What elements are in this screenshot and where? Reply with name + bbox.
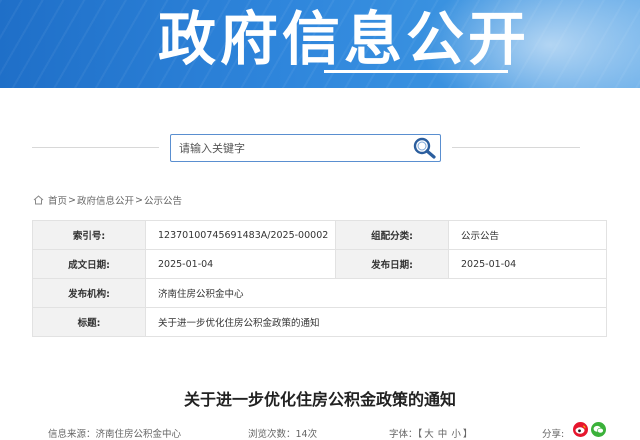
article-views: 浏览次数：14次 [248,429,318,440]
search-box [170,134,441,162]
search-divider-right [452,147,580,148]
article-title: 关于进一步优化住房公积金政策的通知 [183,390,456,409]
agency-label: 发布机构: [32,278,146,308]
share-label: 分享: [542,429,565,440]
page-banner: 政府信息公开 [0,0,640,88]
subject-value: 关于进一步优化住房公积金政策的通知 [145,307,607,337]
published-date-value: 2025-01-04 [448,249,607,279]
breadcrumb-announcements[interactable]: 公示公告 [144,193,182,207]
font-size-control: 字体：【大中小】 [389,426,472,440]
published-date-label: 发布日期: [335,249,449,279]
table-row: 发布机构: 济南住房公积金中心 [32,278,607,308]
font-size-label: 字体： [389,429,418,440]
search-input[interactable] [179,139,399,157]
category-value: 公示公告 [448,220,607,250]
breadcrumb-gov-info[interactable]: 政府信息公开 [77,193,134,207]
search-divider-left [32,147,159,148]
wechat-icon[interactable] [591,422,606,437]
banner-underline [324,70,508,73]
breadcrumb-separator: > [68,194,76,206]
agency-value: 济南住房公积金中心 [145,278,607,308]
font-medium-button[interactable]: 中 [438,429,448,440]
weibo-icon[interactable] [573,422,588,437]
home-icon [33,195,44,205]
font-small-button[interactable]: 小 [451,429,461,440]
index-value: 12370100745691483A/2025-00002 [145,220,336,250]
created-date-label: 成文日期: [32,249,146,279]
banner-title: 政府信息公开 [158,5,531,73]
search-icon[interactable] [411,136,439,160]
font-bracket-open: 【 [417,429,423,440]
category-label: 组配分类: [335,220,449,250]
font-bracket-close: 】 [462,429,473,440]
font-large-button[interactable]: 大 [424,429,434,440]
breadcrumb-separator: > [135,194,143,206]
table-row: 成文日期: 2025-01-04 发布日期: 2025-01-04 [32,249,607,279]
index-label: 索引号: [32,220,146,250]
created-date-value: 2025-01-04 [145,249,336,279]
table-row: 标题: 关于进一步优化住房公积金政策的通知 [32,307,607,337]
article-source: 信息来源：济南住房公积金中心 [48,429,182,440]
breadcrumb: 首页 > 政府信息公开 > 公示公告 [33,193,182,207]
breadcrumb-home[interactable]: 首页 [48,193,67,207]
document-info-table: 索引号: 12370100745691483A/2025-00002 组配分类:… [32,220,607,337]
article-meta: 信息来源：济南住房公积金中心 浏览次数：14次 字体：【大中小】 分享: [0,422,640,440]
subject-label: 标题: [32,307,146,337]
table-row: 索引号: 12370100745691483A/2025-00002 组配分类:… [32,220,607,250]
